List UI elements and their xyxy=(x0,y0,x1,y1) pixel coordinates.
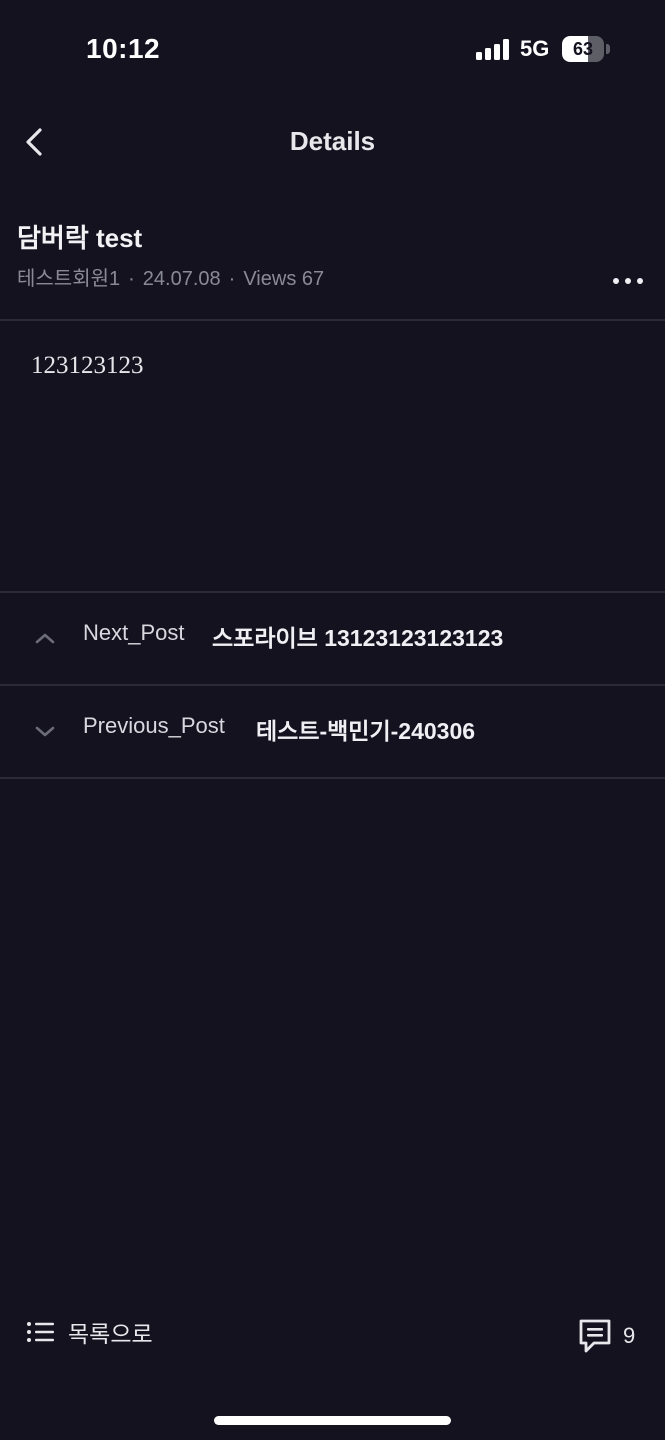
post-views: Views 67 xyxy=(243,268,325,290)
post-author: 테스트회원1 xyxy=(17,268,121,290)
previous-post-label: Previous_Post xyxy=(83,713,225,738)
signal-icon xyxy=(476,38,510,60)
battery-level: 63 xyxy=(572,38,594,59)
next-post-title: 스포라이브 13123123123123 xyxy=(212,625,504,651)
back-to-list-button[interactable]: 목록으로 xyxy=(26,1314,153,1350)
page-title: Details xyxy=(289,126,376,156)
post-header: 담버락 test 테스트회원1 · 24.07.08 · Views 67 xyxy=(0,210,665,320)
chevron-down-icon xyxy=(35,726,55,737)
post-detail-screen: 10:12 5G 63 Details 담버락 test 테스트회원1 · 24.0… xyxy=(0,0,665,1440)
chevron-up-icon xyxy=(35,633,55,644)
comment-count: 9 xyxy=(623,1323,636,1348)
meta-separator: · xyxy=(128,268,135,290)
list-icon xyxy=(27,1322,54,1342)
post-title: 담버락 test xyxy=(17,223,143,253)
more-horizontal-icon xyxy=(613,278,619,284)
meta-separator: · xyxy=(228,268,236,290)
next-post-label: Next_Post xyxy=(83,620,185,645)
post-date: 24.07.08 xyxy=(142,268,221,290)
next-post-row[interactable]: Next_Post 스포라이브 13123123123123 xyxy=(0,592,665,684)
network-label: 5G xyxy=(520,36,550,61)
previous-post-row[interactable]: Previous_Post 테스트-백민기-240306 xyxy=(0,685,665,777)
post-meta: 테스트회원1 · 24.07.08 · Views 67 xyxy=(17,262,324,291)
comments-button[interactable]: 9 xyxy=(577,1316,635,1356)
status-time: 10:12 xyxy=(86,33,161,64)
post-body: 123123123 xyxy=(31,352,144,379)
status-bar: 10:12 5G 63 xyxy=(0,0,665,100)
comment-icon xyxy=(579,1319,611,1353)
divider xyxy=(0,777,665,779)
nav-bar: Details xyxy=(0,100,665,186)
battery-icon: 63 xyxy=(562,36,604,62)
previous-post-title: 테스트-백민기-240306 xyxy=(256,718,476,744)
back-to-list-label: 목록으로 xyxy=(68,1321,153,1347)
more-options-button[interactable] xyxy=(606,268,650,294)
battery-cap xyxy=(606,44,610,54)
divider xyxy=(0,319,665,321)
home-indicator xyxy=(214,1416,451,1425)
